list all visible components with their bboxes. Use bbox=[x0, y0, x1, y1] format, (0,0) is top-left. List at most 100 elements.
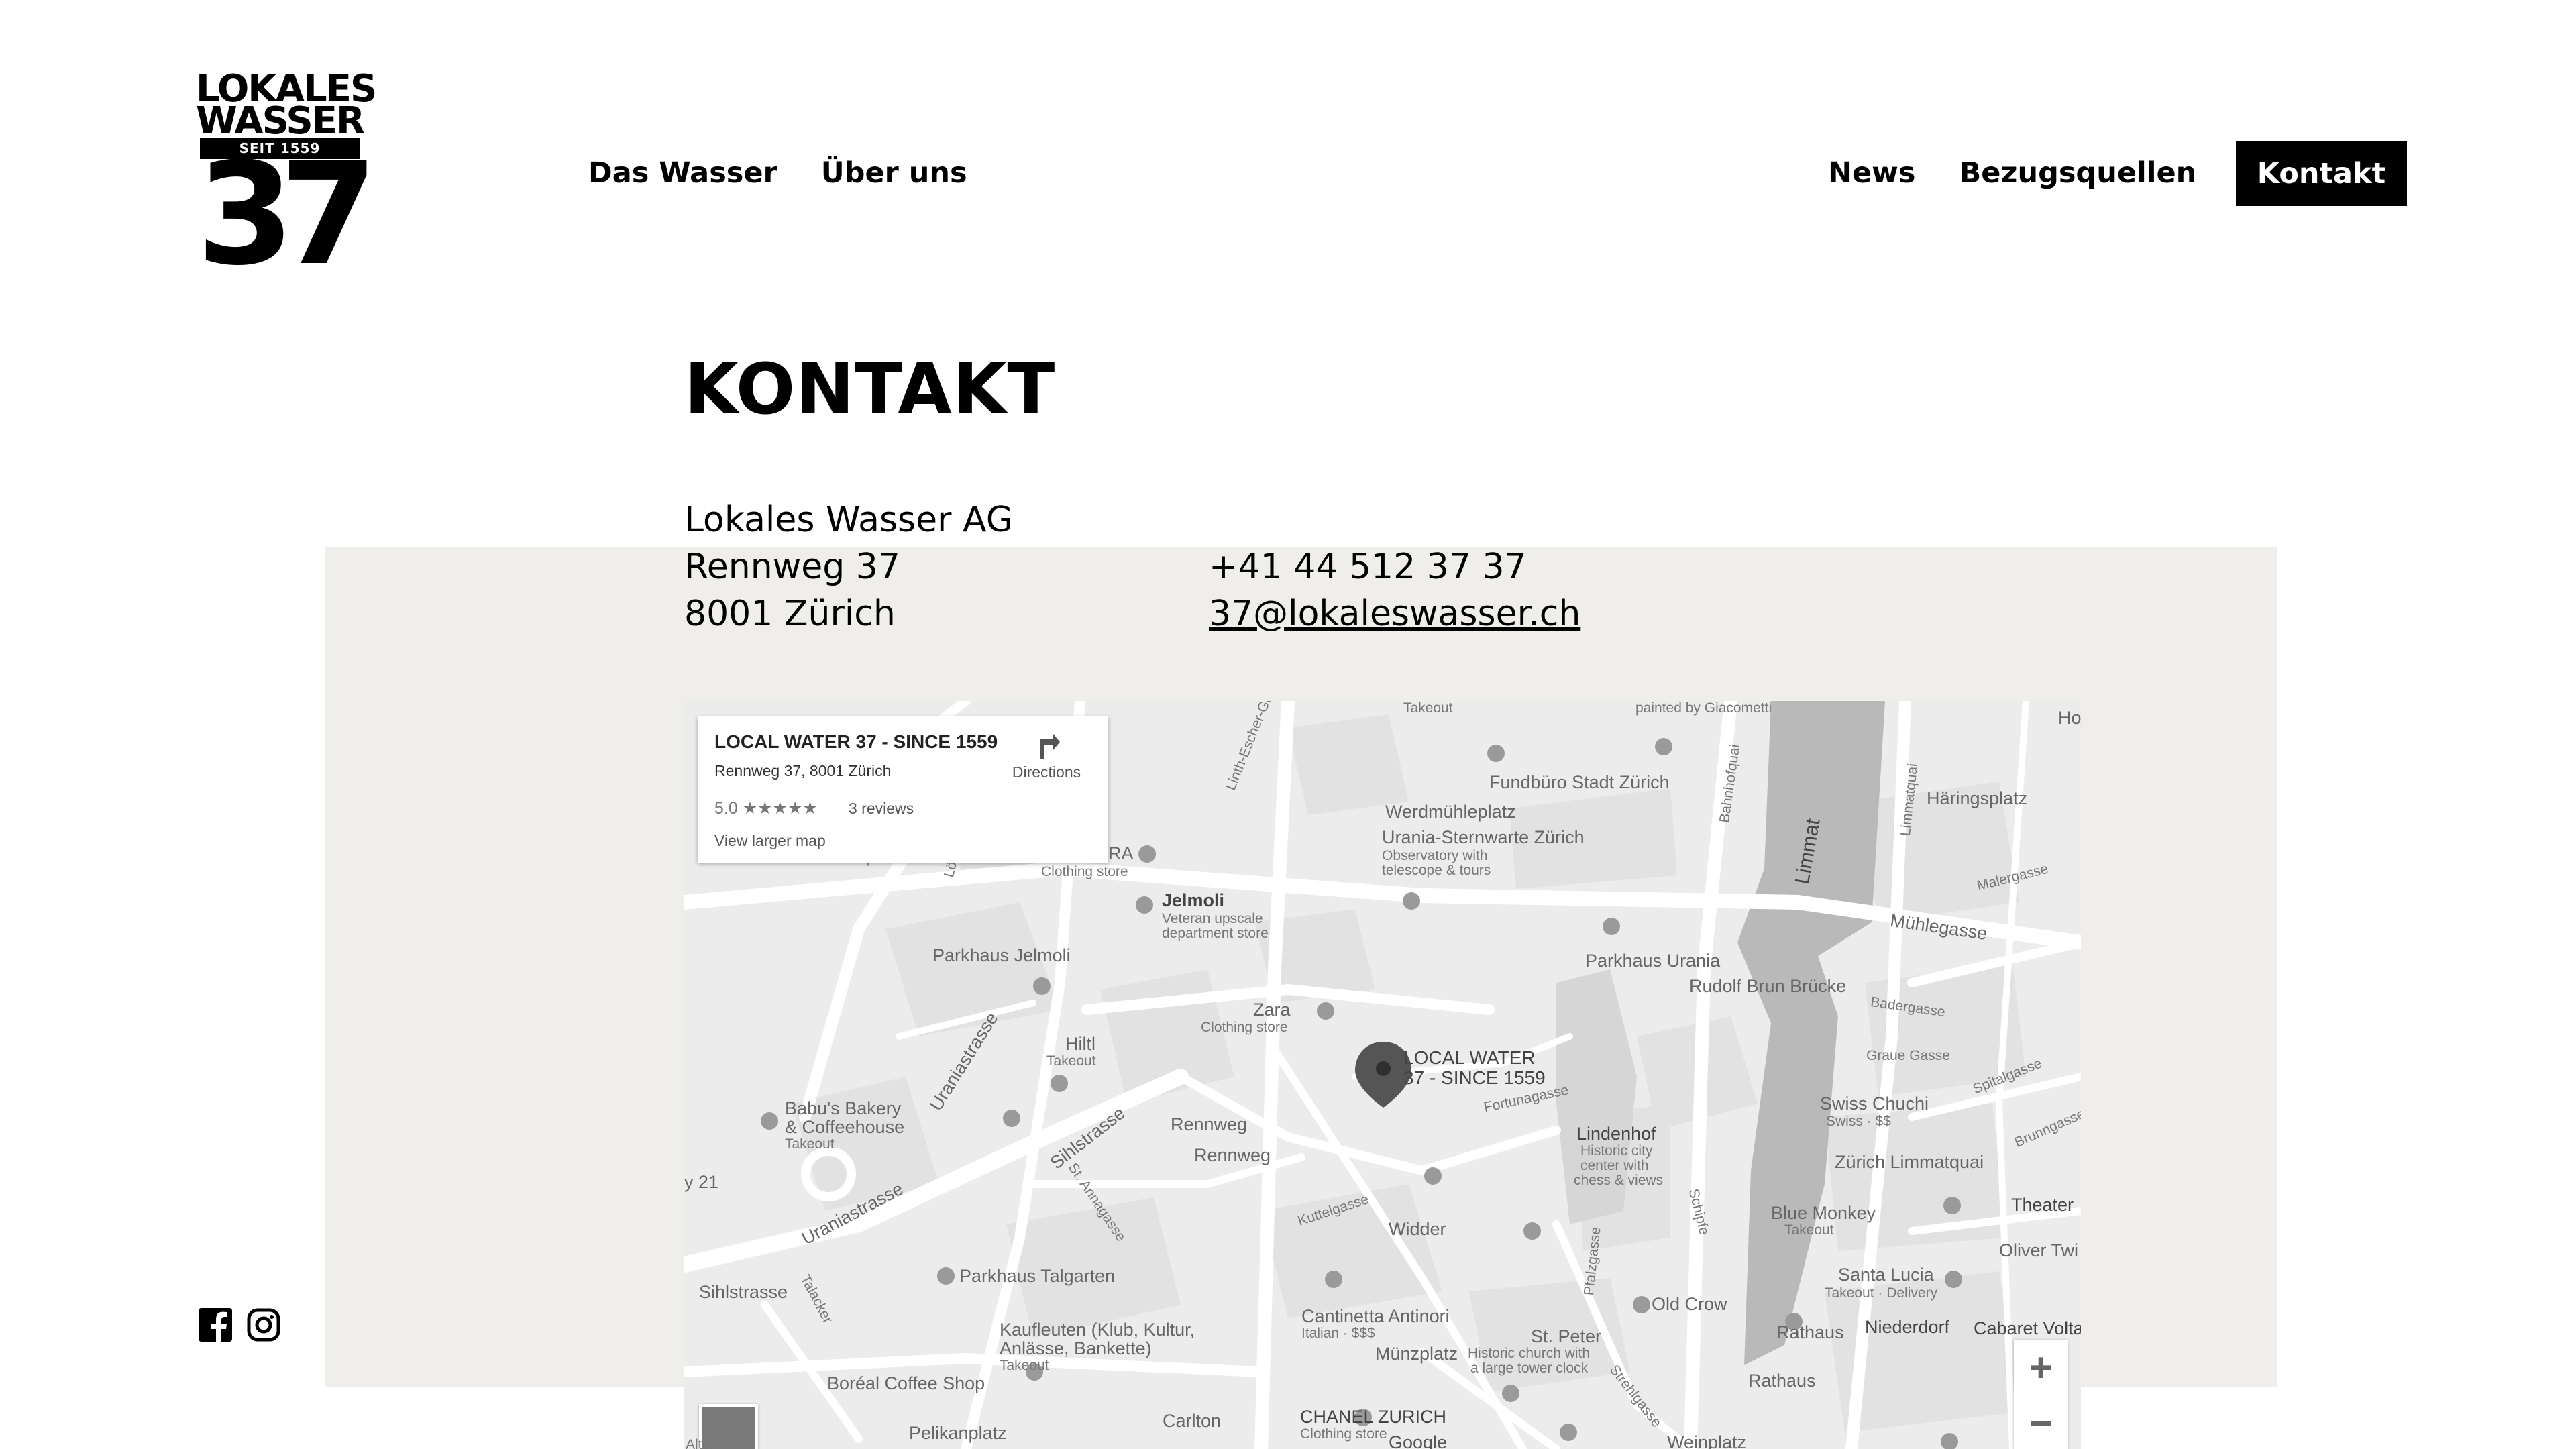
map-label-rathaus-2: Rathaus bbox=[1748, 1371, 1816, 1391]
map-label-babus2: & Coffeehouse bbox=[785, 1117, 905, 1137]
map-label-lindenhof-sub3: chess & views bbox=[1574, 1173, 1664, 1188]
map-label-zara-sub: Clothing store bbox=[1201, 1020, 1288, 1035]
map-label-boreal: Boréal Coffee Shop bbox=[827, 1373, 985, 1393]
map-label-st-peter-sub2: a large tower clock bbox=[1470, 1360, 1589, 1376]
map-label-st-peter-sub1: Historic church with bbox=[1468, 1346, 1591, 1361]
email-link[interactable]: 37@lokaleswasser.ch bbox=[1209, 594, 1580, 634]
company-name: Lokales Wasser AG bbox=[684, 500, 1013, 540]
map-label-haeringsplatz: Häringsplatz bbox=[1927, 788, 2028, 808]
map-label-blue-sub: Takeout bbox=[1784, 1222, 1834, 1238]
map-label-parkhaus-jelmoli: Parkhaus Jelmoli bbox=[932, 945, 1071, 965]
map-label-swiss-sub: Swiss · $$ bbox=[1826, 1114, 1891, 1129]
map-label-rennweg-1: Rennweg bbox=[1171, 1114, 1248, 1134]
map-label-fundbuero: Fundbüro Stadt Zürich bbox=[1489, 772, 1670, 792]
brand-logo[interactable]: LOKALES WASSER SEIT 1559 37 bbox=[196, 70, 378, 285]
map-label-pelikanplatz: Pelikanplatz bbox=[909, 1423, 1007, 1443]
main-nav-left: Das Wasser Über uns bbox=[588, 153, 967, 193]
street-address: Rennweg 37 bbox=[684, 547, 900, 587]
map-label-zara: Zara bbox=[1253, 1000, 1291, 1020]
map-label-rennweg-2: Rennweg bbox=[1194, 1145, 1271, 1165]
nav-item-bezugsquellen[interactable]: Bezugsquellen bbox=[1959, 156, 2196, 190]
place-address: Rennweg 37, 8001 Zürich bbox=[714, 762, 892, 780]
page-title: KONTAKT bbox=[684, 348, 1056, 430]
logo-number: 37 bbox=[196, 132, 378, 297]
google-map[interactable]: Fundbüro Stadt Zürich Werdmühleplatz Ura… bbox=[684, 701, 2081, 1449]
map-label-babus1: Babu's Bakery bbox=[785, 1098, 902, 1118]
map-label-parkhaus-talgarten: Parkhaus Talgarten bbox=[959, 1266, 1116, 1286]
map-label-urania: Urania-Sternwarte Zürich bbox=[1382, 827, 1585, 847]
map-label-zuerich-limmatquai: Zürich Limmatquai bbox=[1835, 1152, 1984, 1172]
rating-stars: ★★★★★ bbox=[742, 799, 818, 818]
map-label-st-peter: St. Peter bbox=[1531, 1326, 1602, 1346]
view-larger-map-link[interactable]: View larger map bbox=[714, 832, 826, 850]
phone-number: +41 44 512 37 37 bbox=[1209, 547, 1527, 587]
map-label-chanel: CHANEL ZURICH bbox=[1300, 1407, 1447, 1427]
map-label-santa-sub: Takeout · Delivery bbox=[1825, 1285, 1938, 1301]
map-label-urania-sub1: Observatory with bbox=[1382, 848, 1488, 863]
map-label-y21: y 21 bbox=[684, 1172, 719, 1192]
zoom-controls: + − bbox=[2014, 1340, 2068, 1449]
map-label-hiltl-sub: Takeout bbox=[1046, 1053, 1096, 1069]
map-label-kaufleuten1: Kaufleuten (Klub, Kultur, bbox=[1000, 1320, 1195, 1340]
map-label-weinplatz: Weinplatz bbox=[1667, 1432, 1747, 1449]
map-label-clothing: Clothing store bbox=[1041, 864, 1128, 879]
map-label-lindenhof-sub2: center with bbox=[1580, 1158, 1649, 1173]
facebook-icon[interactable] bbox=[199, 1308, 232, 1342]
map-label-werdmuehleplatz: Werdmühleplatz bbox=[1385, 802, 1516, 822]
map-label-babus-sub: Takeout bbox=[785, 1136, 835, 1152]
zoom-out-button[interactable]: − bbox=[2014, 1395, 2068, 1449]
directions-label: Directions bbox=[1012, 763, 1081, 781]
main-nav-right: News Bezugsquellen bbox=[1828, 153, 2196, 193]
nav-item-news[interactable]: News bbox=[1828, 156, 1915, 190]
marker-label-line1: LOCAL WATER bbox=[1403, 1047, 1536, 1068]
map-label-santa-lucia: Santa Lucia bbox=[1838, 1265, 1934, 1285]
map-label-chanel-sub: Clothing store bbox=[1300, 1426, 1387, 1442]
nav-item-das-wasser[interactable]: Das Wasser bbox=[588, 156, 777, 190]
map-label-old-crow: Old Crow bbox=[1652, 1294, 1727, 1314]
map-label-niederdorf: Niederdorf bbox=[1865, 1317, 1950, 1337]
map-label-graue-gasse: Graue Gasse bbox=[1866, 1048, 1950, 1063]
marker-label-line2: 37 - SINCE 1559 bbox=[1403, 1067, 1546, 1088]
map-label-lindenhof: Lindenhof bbox=[1576, 1124, 1656, 1144]
map-label-sihlstrasse-2: Sihlstrasse bbox=[699, 1282, 788, 1302]
city-address: 8001 Zürich bbox=[684, 594, 896, 634]
map-label-takeout-top: Takeout bbox=[1403, 701, 1453, 716]
map-info-card: LOCAL WATER 37 - SINCE 1559 Rennweg 37, … bbox=[698, 716, 1108, 863]
map-label-cabaret: Cabaret Volta bbox=[1974, 1318, 2081, 1338]
zoom-in-button[interactable]: + bbox=[2014, 1340, 2068, 1395]
directions-icon bbox=[1040, 734, 1060, 759]
map-label-lindenhof-sub1: Historic city bbox=[1580, 1143, 1653, 1159]
contact-block: +41 44 512 37 37 37@lokaleswasser.ch bbox=[1209, 543, 1580, 637]
map-label-jelmoli: Jelmoli bbox=[1162, 890, 1225, 910]
address-block: Lokales Wasser AG Rennweg 37 8001 Zürich bbox=[684, 496, 1013, 637]
rating-value: 5.0 bbox=[714, 799, 738, 818]
map-label-muenzplatz: Münzplatz bbox=[1375, 1344, 1458, 1364]
map-label-carlton: Carlton bbox=[1163, 1411, 1222, 1431]
nav-item-ueber-uns[interactable]: Über uns bbox=[821, 156, 967, 190]
map-label-jelmoli-sub1: Veteran upscale bbox=[1162, 911, 1263, 926]
social-links bbox=[199, 1308, 280, 1342]
instagram-icon[interactable] bbox=[247, 1308, 280, 1342]
map-label-hiltl: Hiltl bbox=[1065, 1034, 1095, 1054]
map-label-cantinetta-sub: Italian · $$$ bbox=[1301, 1326, 1375, 1341]
map-label-kaufleuten-sub: Takeout bbox=[1000, 1358, 1049, 1373]
map-label-ra: RA bbox=[1108, 843, 1134, 863]
place-name: LOCAL WATER 37 - SINCE 1559 bbox=[714, 731, 998, 752]
map-label-theater: Theater bbox=[2011, 1195, 2074, 1215]
map-label-cantinetta: Cantinetta Antinori bbox=[1301, 1306, 1450, 1326]
map-label-urania-sub2: telescope & tours bbox=[1382, 863, 1491, 878]
map-label-rudolf: Rudolf Brun Brücke bbox=[1689, 976, 1847, 996]
map-label-alter: Alter bbox=[686, 1437, 715, 1449]
map-label-kaufleuten2: Anlässe, Bankette) bbox=[1000, 1338, 1152, 1358]
map-label-jelmoli-sub2: department store bbox=[1162, 926, 1269, 941]
map-label-swiss-chuchi: Swiss Chuchi bbox=[1820, 1093, 1929, 1114]
map-label-parkhaus-urania: Parkhaus Urania bbox=[1585, 951, 1721, 971]
map-label-ho: Ho bbox=[2058, 708, 2081, 728]
map-label-blue-monkey: Blue Monkey bbox=[1771, 1203, 1876, 1223]
directions-button[interactable]: Directions bbox=[1006, 730, 1087, 782]
place-rating: 5.0 ★★★★★ bbox=[714, 798, 818, 818]
google-attribution: Google bbox=[1389, 1432, 1448, 1449]
map-label-painted: painted by Giacometti bbox=[1635, 701, 1772, 716]
reviews-link[interactable]: 3 reviews bbox=[849, 800, 914, 818]
kontakt-button[interactable]: Kontakt bbox=[2236, 141, 2407, 206]
